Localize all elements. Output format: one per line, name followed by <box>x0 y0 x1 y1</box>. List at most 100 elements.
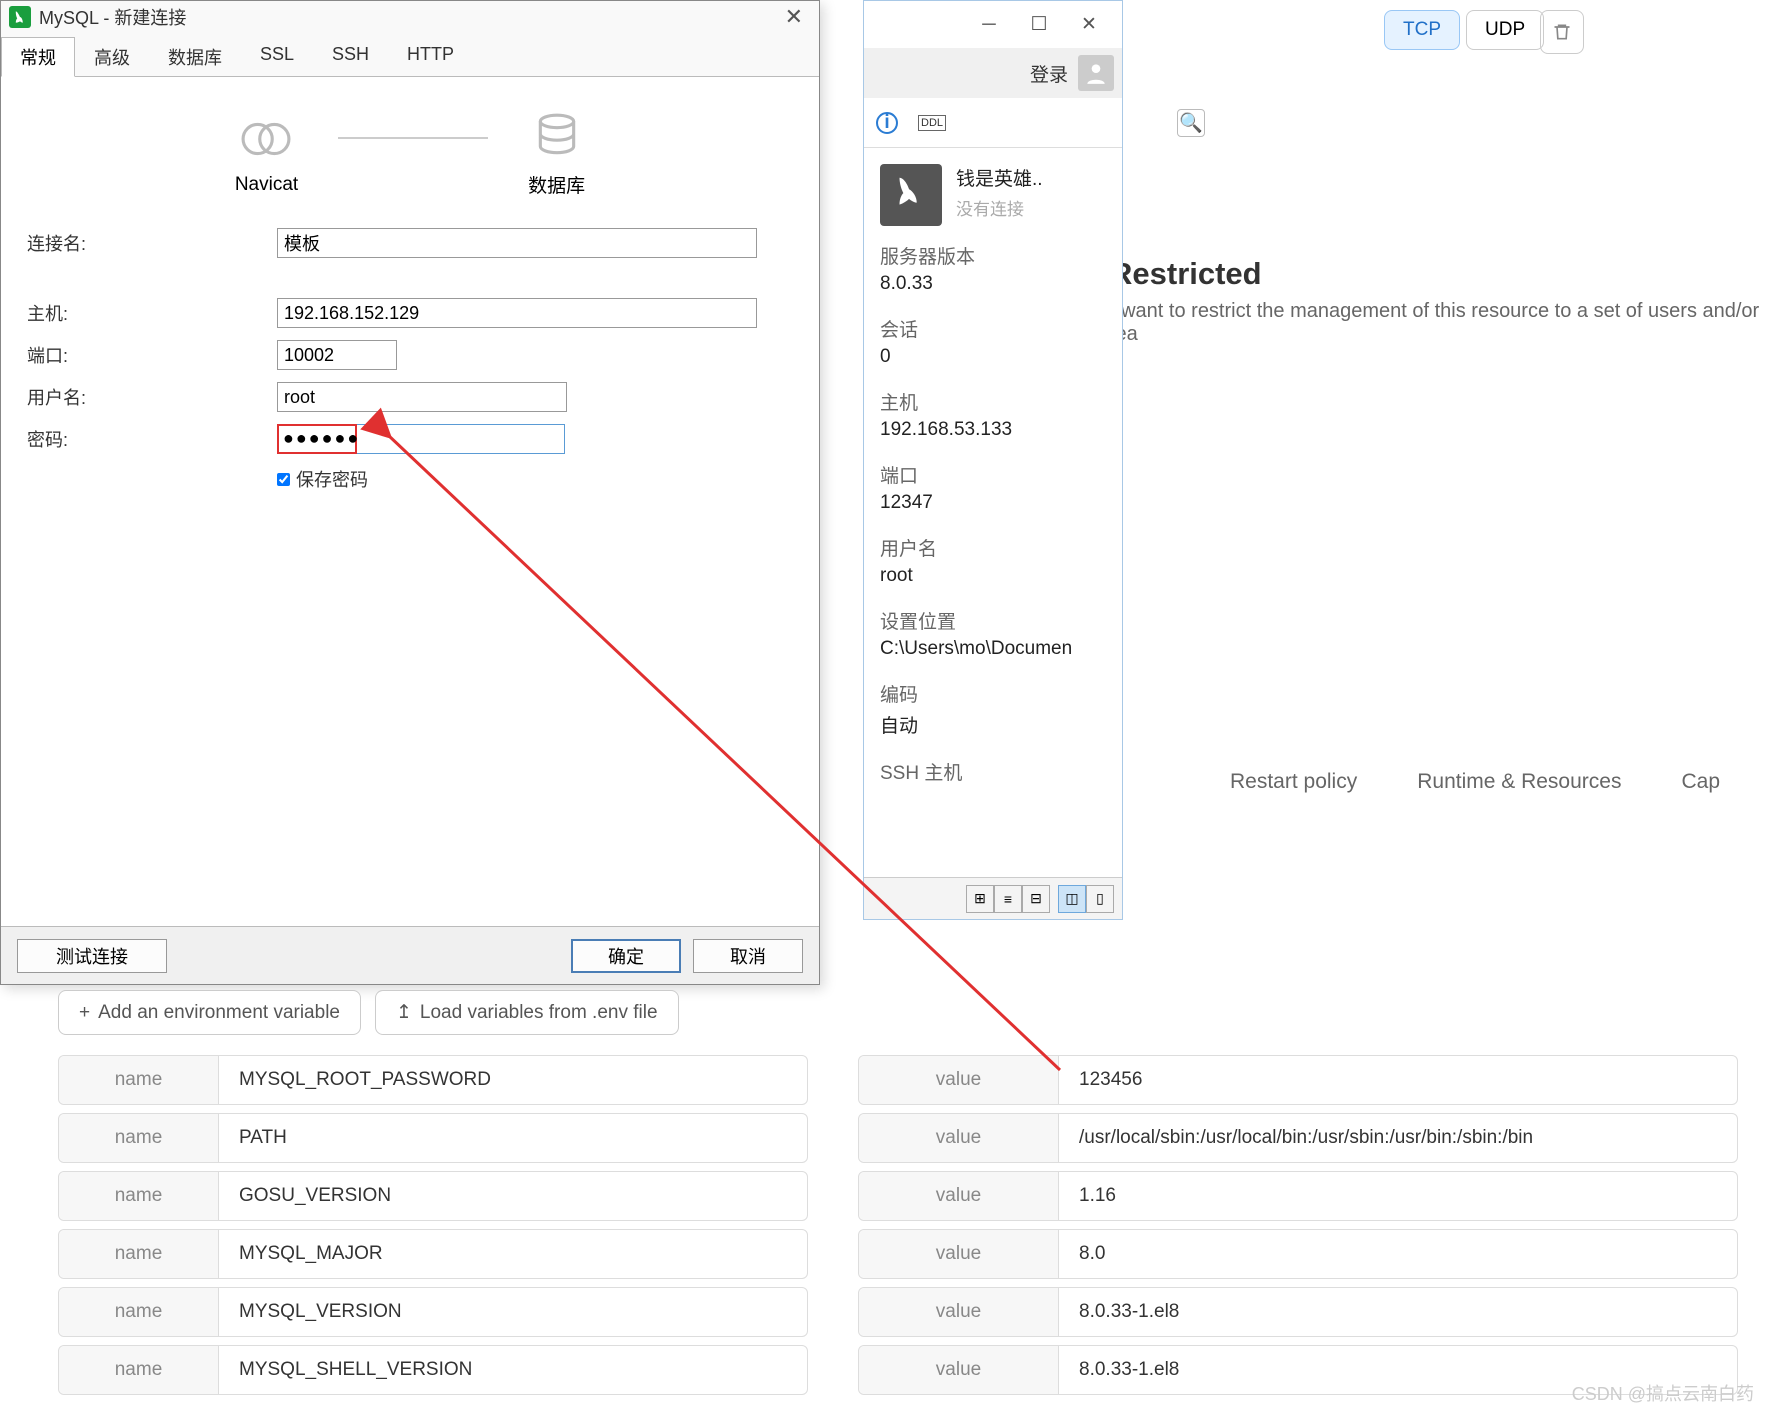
conn-name-input[interactable] <box>277 228 757 258</box>
env-name-value: MYSQL_VERSION <box>219 1301 422 1323</box>
password-input[interactable]: ●●●●●● <box>277 424 357 454</box>
add-env-var-label: Add an environment variable <box>98 1002 340 1024</box>
save-password-checkbox[interactable] <box>277 473 290 486</box>
cancel-button[interactable]: 取消 <box>693 939 803 973</box>
tab-database[interactable]: 数据库 <box>149 37 241 76</box>
info-icon[interactable]: i <box>876 112 898 134</box>
close-icon[interactable]: ✕ <box>777 4 811 30</box>
port-field-label: 端口: <box>27 342 277 368</box>
view-split[interactable]: ◫ <box>1058 885 1086 913</box>
tab-http[interactable]: HTTP <box>388 37 473 76</box>
database-icon <box>530 109 584 163</box>
navicat-node-label: Navicat <box>235 174 298 196</box>
user-field-label: 用户名: <box>27 384 277 410</box>
connection-name: 钱是英雄.. <box>956 164 1043 191</box>
env-name-value: PATH <box>219 1127 307 1149</box>
password-field-label: 密码: <box>27 426 277 452</box>
env-value-row[interactable]: value1.16 <box>858 1171 1738 1221</box>
search-icon[interactable]: 🔍 <box>1177 109 1205 137</box>
database-node-label: 数据库 <box>528 171 585 198</box>
password-input-ext[interactable] <box>357 424 565 454</box>
env-value-label: value <box>859 1288 1059 1336</box>
udp-tab[interactable]: UDP <box>1466 10 1544 50</box>
encoding-label: 编码 <box>880 680 1106 707</box>
env-value-value: 8.0.33-1.el8 <box>1059 1359 1199 1381</box>
env-name-row[interactable]: nameMYSQL_ROOT_PASSWORD <box>58 1055 808 1105</box>
load-env-file-button[interactable]: ↥Load variables from .env file <box>375 990 679 1035</box>
env-name-label: name <box>59 1056 219 1104</box>
view-detail[interactable]: ⊟ <box>1022 885 1050 913</box>
tab-runtime[interactable]: Runtime & Resources <box>1417 770 1621 794</box>
env-name-row[interactable]: nameMYSQL_VERSION <box>58 1287 808 1337</box>
restricted-desc: I want to restrict the management of thi… <box>1110 300 1774 346</box>
tab-advanced[interactable]: 高级 <box>75 37 149 76</box>
navicat-icon <box>239 112 293 166</box>
env-value-value: /usr/local/sbin:/usr/local/bin:/usr/sbin… <box>1059 1127 1553 1149</box>
env-value-label: value <box>859 1230 1059 1278</box>
tab-restart-policy[interactable]: Restart policy <box>1230 770 1357 794</box>
tab-ssh[interactable]: SSH <box>313 37 388 76</box>
env-name-label: name <box>59 1114 219 1162</box>
env-value-value: 123456 <box>1059 1069 1162 1091</box>
view-list[interactable]: ≡ <box>994 885 1022 913</box>
location-value: C:\Users\mo\Documen <box>880 638 1106 660</box>
avatar[interactable] <box>1078 55 1114 91</box>
env-name-label: name <box>59 1230 219 1278</box>
env-value-row[interactable]: value8.0 <box>858 1229 1738 1279</box>
env-name-row[interactable]: nameMYSQL_SHELL_VERSION <box>58 1345 808 1395</box>
env-name-row[interactable]: namePATH <box>58 1113 808 1163</box>
env-name-label: name <box>59 1172 219 1220</box>
ddl-icon[interactable]: DDL <box>918 115 946 131</box>
view-panel[interactable]: ▯ <box>1086 885 1114 913</box>
watermark: CSDN @搞点云南白药 <box>1572 1380 1754 1406</box>
save-password-label: 保存密码 <box>296 466 368 492</box>
host-value: 192.168.53.133 <box>880 419 1106 441</box>
env-name-label: name <box>59 1288 219 1336</box>
env-value-value: 8.0 <box>1059 1243 1125 1265</box>
env-name-row[interactable]: nameMYSQL_MAJOR <box>58 1229 808 1279</box>
navicat-main-window: ─ ☐ ✕ 登录 i DDL 🔍 钱是英雄.. 没有连接 服务器版本8.0.33… <box>863 0 1123 920</box>
env-name-value: MYSQL_SHELL_VERSION <box>219 1359 492 1381</box>
tab-ssl[interactable]: SSL <box>241 37 313 76</box>
port-input[interactable] <box>277 340 397 370</box>
minimize-button[interactable]: ─ <box>964 7 1014 42</box>
env-value-row[interactable]: value123456 <box>858 1055 1738 1105</box>
ok-button[interactable]: 确定 <box>571 939 681 973</box>
env-value-label: value <box>859 1114 1059 1162</box>
host-input[interactable] <box>277 298 757 328</box>
env-name-value: GOSU_VERSION <box>219 1185 411 1207</box>
close-button[interactable]: ✕ <box>1064 7 1114 42</box>
mysql-icon <box>880 164 942 226</box>
server-version-label: 服务器版本 <box>880 242 1106 269</box>
encoding-value: 自动 <box>880 711 1106 738</box>
env-name-value: MYSQL_MAJOR <box>219 1243 403 1265</box>
plus-icon: + <box>79 1002 90 1024</box>
port-value: 12347 <box>880 492 1106 514</box>
host-label: 主机 <box>880 388 1106 415</box>
tab-cap[interactable]: Cap <box>1681 770 1720 794</box>
env-value-value: 1.16 <box>1059 1185 1136 1207</box>
login-link[interactable]: 登录 <box>1030 60 1068 87</box>
tab-general[interactable]: 常规 <box>1 37 75 77</box>
env-name-value: MYSQL_ROOT_PASSWORD <box>219 1069 511 1091</box>
username-input[interactable] <box>277 382 567 412</box>
trash-icon <box>1552 22 1572 42</box>
tcp-tab[interactable]: TCP <box>1384 10 1460 50</box>
new-connection-dialog: MySQL - 新建连接 ✕ 常规 高级 数据库 SSL SSH HTTP Na… <box>0 0 820 985</box>
location-label: 设置位置 <box>880 607 1106 634</box>
conn-name-label: 连接名: <box>27 230 277 256</box>
test-connection-button[interactable]: 测试连接 <box>17 939 167 973</box>
env-name-row[interactable]: nameGOSU_VERSION <box>58 1171 808 1221</box>
view-grid[interactable]: ⊞ <box>966 885 994 913</box>
maximize-button[interactable]: ☐ <box>1014 7 1064 42</box>
env-value-row[interactable]: value8.0.33-1.el8 <box>858 1287 1738 1337</box>
server-version-value: 8.0.33 <box>880 273 1106 295</box>
delete-button[interactable] <box>1540 10 1584 54</box>
env-value-row[interactable]: value/usr/local/sbin:/usr/local/bin:/usr… <box>858 1113 1738 1163</box>
add-env-var-button[interactable]: + Add an environment variable <box>58 990 361 1035</box>
upload-icon: ↥ <box>396 1001 412 1024</box>
session-value: 0 <box>880 346 1106 368</box>
restricted-title: Restricted <box>1110 256 1774 292</box>
mysql-app-icon <box>9 6 31 28</box>
env-value-label: value <box>859 1056 1059 1104</box>
